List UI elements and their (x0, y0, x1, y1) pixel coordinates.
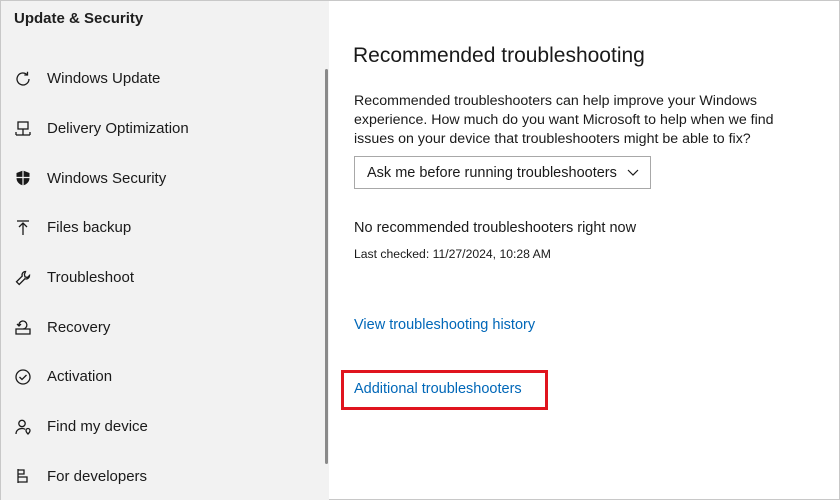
sidebar-item-label: Troubleshoot (47, 269, 134, 287)
last-checked-text: Last checked: 11/27/2024, 10:28 AM (354, 247, 551, 261)
check-circle-icon (13, 367, 33, 387)
sidebar-item-delivery-optimization[interactable]: Delivery Optimization (1, 104, 321, 154)
view-history-link[interactable]: View troubleshooting history (354, 317, 535, 333)
sidebar-scrollbar[interactable] (325, 69, 328, 464)
refresh-icon (13, 69, 33, 89)
settings-window: Update & Security Windows Update Deliver… (0, 0, 840, 500)
chevron-down-icon (626, 165, 640, 179)
description-text: Recommended troubleshooters can help imp… (354, 93, 774, 147)
page-title: Recommended troubleshooting (353, 44, 645, 67)
sidebar-item-windows-update[interactable]: Windows Update (1, 54, 321, 104)
shield-icon (13, 168, 33, 188)
sidebar-item-label: Files backup (47, 219, 132, 237)
sidebar-item-troubleshoot[interactable]: Troubleshoot (1, 253, 321, 303)
sidebar-item-label: For developers (47, 467, 148, 485)
delivery-optimization-icon (13, 119, 33, 139)
additional-troubleshooters-link[interactable]: Additional troubleshooters (354, 381, 522, 397)
sidebar-item-recovery[interactable]: Recovery (1, 302, 321, 352)
sidebar-item-label: Find my device (47, 418, 148, 436)
sidebar-item-label: Activation (47, 368, 113, 386)
dropdown-selected-value: Ask me before running troubleshooters (367, 164, 617, 181)
sidebar-item-label: Recovery (47, 318, 111, 336)
wrench-icon (13, 268, 33, 288)
upload-arrow-icon (13, 218, 33, 238)
sidebar-item-label: Windows Update (47, 70, 161, 88)
section-title: Update & Security (14, 10, 144, 27)
sidebar-item-files-backup[interactable]: Files backup (1, 203, 321, 253)
sidebar-item-find-my-device[interactable]: Find my device (1, 402, 321, 452)
sidebar-item-windows-security[interactable]: Windows Security (1, 153, 321, 203)
person-location-icon (13, 417, 33, 437)
developer-icon (13, 466, 33, 486)
status-text: No recommended troubleshooters right now (354, 220, 637, 236)
sidebar-item-for-developers[interactable]: For developers (1, 452, 321, 500)
main-content: Recommended troubleshooting Recommended … (329, 1, 840, 500)
troubleshoot-preference-dropdown[interactable]: Ask me before running troubleshooters (354, 156, 651, 189)
sidebar-item-label: Delivery Optimization (47, 120, 189, 138)
sidebar-nav: Windows Update Delivery Optimization Win… (1, 54, 321, 500)
sidebar-item-label: Windows Security (47, 169, 167, 187)
sidebar: Update & Security Windows Update Deliver… (1, 1, 329, 500)
recovery-icon (13, 317, 33, 337)
sidebar-item-activation[interactable]: Activation (1, 352, 321, 402)
